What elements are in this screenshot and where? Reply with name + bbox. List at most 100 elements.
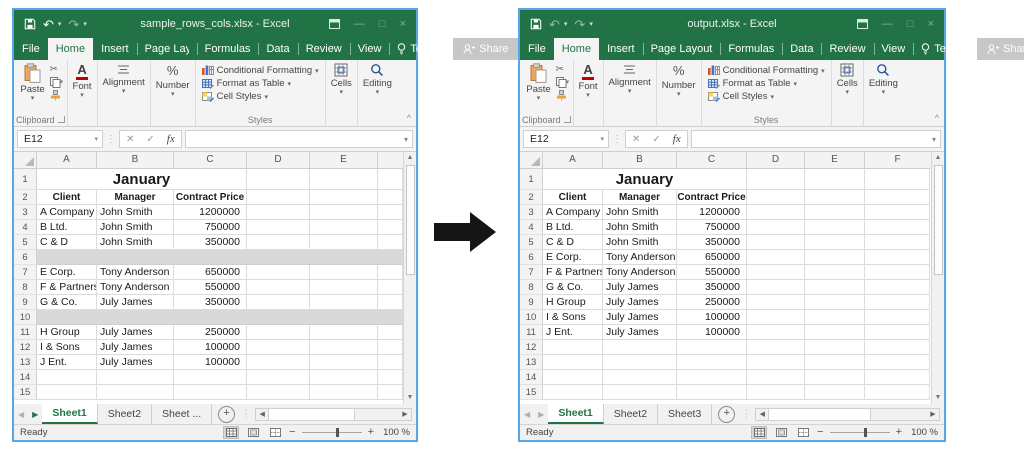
cell[interactable] bbox=[310, 340, 378, 355]
cell[interactable] bbox=[310, 355, 378, 370]
new-sheet-icon[interactable]: + bbox=[218, 406, 235, 423]
cell[interactable]: I & Sons bbox=[37, 340, 97, 355]
cell[interactable] bbox=[378, 190, 403, 205]
clipboard-dialog-launcher-icon[interactable] bbox=[564, 116, 571, 123]
tab-insert[interactable]: Insert bbox=[599, 38, 643, 60]
cell[interactable]: G & Co. bbox=[37, 295, 97, 310]
cell[interactable]: H Group bbox=[543, 295, 603, 310]
confirm-entry-icon[interactable]: ✓ bbox=[140, 134, 160, 145]
cell[interactable] bbox=[378, 205, 403, 220]
cell[interactable]: J Ent. bbox=[543, 325, 603, 340]
column-header[interactable]: B bbox=[603, 152, 677, 169]
cell[interactable]: Tony Anderson bbox=[603, 250, 677, 265]
row-header[interactable]: 14 bbox=[14, 370, 37, 385]
cell[interactable] bbox=[677, 385, 747, 400]
row-header[interactable]: 10 bbox=[520, 310, 543, 325]
cell[interactable]: Contract Price bbox=[174, 190, 247, 205]
cancel-entry-icon[interactable]: ✕ bbox=[120, 134, 140, 145]
cell[interactable] bbox=[378, 340, 403, 355]
cell[interactable] bbox=[747, 310, 805, 325]
cell[interactable]: 650000 bbox=[677, 250, 747, 265]
cell[interactable]: July James bbox=[603, 325, 677, 340]
cell[interactable] bbox=[865, 265, 930, 280]
cell[interactable] bbox=[747, 235, 805, 250]
column-header[interactable]: E bbox=[310, 152, 378, 169]
cell[interactable]: 100000 bbox=[677, 325, 747, 340]
blank-gray-row[interactable] bbox=[37, 310, 403, 325]
horizontal-scroll-thumb[interactable] bbox=[268, 409, 355, 420]
cell[interactable] bbox=[603, 385, 677, 400]
tab-data[interactable]: Data bbox=[782, 38, 821, 60]
confirm-entry-icon[interactable]: ✓ bbox=[646, 134, 666, 145]
ribbon-display-options-icon[interactable] bbox=[857, 19, 868, 29]
share-button[interactable]: Share bbox=[453, 38, 518, 60]
cell[interactable] bbox=[677, 355, 747, 370]
cell[interactable] bbox=[174, 385, 247, 400]
cell-styles-button[interactable]: Cell Styles▾ bbox=[202, 91, 268, 102]
column-header[interactable]: C bbox=[677, 152, 747, 169]
cell[interactable]: 350000 bbox=[677, 235, 747, 250]
cell[interactable]: 350000 bbox=[174, 235, 247, 250]
cell[interactable]: Tony Anderson bbox=[97, 280, 174, 295]
cell[interactable]: I & Sons bbox=[543, 310, 603, 325]
tell-me-box[interactable]: Tell me bbox=[913, 38, 977, 60]
vertical-scroll-thumb[interactable] bbox=[934, 165, 943, 275]
tab-formulas[interactable]: Formulas bbox=[197, 38, 259, 60]
cell[interactable] bbox=[865, 235, 930, 250]
cell[interactable] bbox=[247, 265, 310, 280]
cell[interactable] bbox=[865, 250, 930, 265]
row-header[interactable]: 13 bbox=[14, 355, 37, 370]
cell[interactable] bbox=[310, 205, 378, 220]
cell[interactable] bbox=[310, 190, 378, 205]
scroll-right-icon[interactable]: ▶ bbox=[399, 409, 411, 420]
cell[interactable]: July James bbox=[603, 310, 677, 325]
cell[interactable]: 750000 bbox=[677, 220, 747, 235]
cell[interactable]: 1200000 bbox=[174, 205, 247, 220]
sheet-tab-2[interactable]: Sheet2 bbox=[604, 404, 658, 424]
cell[interactable]: July James bbox=[97, 355, 174, 370]
row-header[interactable]: 8 bbox=[14, 280, 37, 295]
zoom-out-icon[interactable]: − bbox=[289, 427, 295, 438]
zoom-out-icon[interactable]: − bbox=[817, 427, 823, 438]
cell[interactable] bbox=[747, 295, 805, 310]
cell[interactable] bbox=[97, 385, 174, 400]
row-header[interactable]: 6 bbox=[520, 250, 543, 265]
qat-customize-icon[interactable]: ▾ bbox=[589, 20, 593, 28]
row-header[interactable]: 6 bbox=[14, 250, 37, 265]
cell[interactable] bbox=[865, 205, 930, 220]
cell[interactable]: Client bbox=[37, 190, 97, 205]
tab-page-layout[interactable]: Page Layout bbox=[137, 38, 197, 60]
horizontal-scroll-thumb[interactable] bbox=[768, 409, 870, 420]
cell[interactable] bbox=[677, 370, 747, 385]
cell[interactable] bbox=[310, 370, 378, 385]
sheet-tab-1[interactable]: Sheet1 bbox=[548, 404, 603, 424]
cell[interactable]: Manager bbox=[97, 190, 174, 205]
tell-me-box[interactable]: Tell me bbox=[389, 38, 453, 60]
row-header[interactable]: 10 bbox=[14, 310, 37, 325]
conditional-formatting-button[interactable]: Conditional Formatting▾ bbox=[202, 65, 319, 76]
cell[interactable]: A Company bbox=[543, 205, 603, 220]
insert-function-icon[interactable]: fx bbox=[161, 133, 181, 145]
row-header[interactable]: 4 bbox=[14, 220, 37, 235]
cell[interactable]: 550000 bbox=[677, 265, 747, 280]
cell[interactable] bbox=[247, 280, 310, 295]
sheet-tab-2[interactable]: Sheet2 bbox=[98, 404, 152, 424]
collapse-ribbon-icon[interactable]: ^ bbox=[935, 113, 939, 123]
scroll-left-icon[interactable]: ◀ bbox=[756, 409, 768, 420]
sheet-tab-3[interactable]: Sheet3 bbox=[658, 404, 712, 424]
vertical-scroll-thumb[interactable] bbox=[406, 165, 415, 275]
scroll-up-icon[interactable]: ▲ bbox=[407, 152, 414, 164]
copy-icon[interactable]: ▾ bbox=[556, 77, 570, 88]
number-button[interactable]: % Number ▾ bbox=[153, 62, 193, 98]
sheet-tab-3[interactable]: Sheet ... bbox=[152, 404, 212, 424]
cell[interactable] bbox=[865, 169, 930, 190]
column-header[interactable]: D bbox=[247, 152, 310, 169]
cell[interactable] bbox=[310, 280, 378, 295]
cell[interactable] bbox=[865, 340, 930, 355]
cell[interactable] bbox=[747, 370, 805, 385]
cell[interactable] bbox=[747, 355, 805, 370]
cell[interactable] bbox=[378, 325, 403, 340]
cell[interactable]: July James bbox=[603, 295, 677, 310]
vertical-scrollbar[interactable]: ▲ ▼ bbox=[931, 152, 944, 404]
merged-title-cell[interactable]: January bbox=[543, 169, 747, 190]
